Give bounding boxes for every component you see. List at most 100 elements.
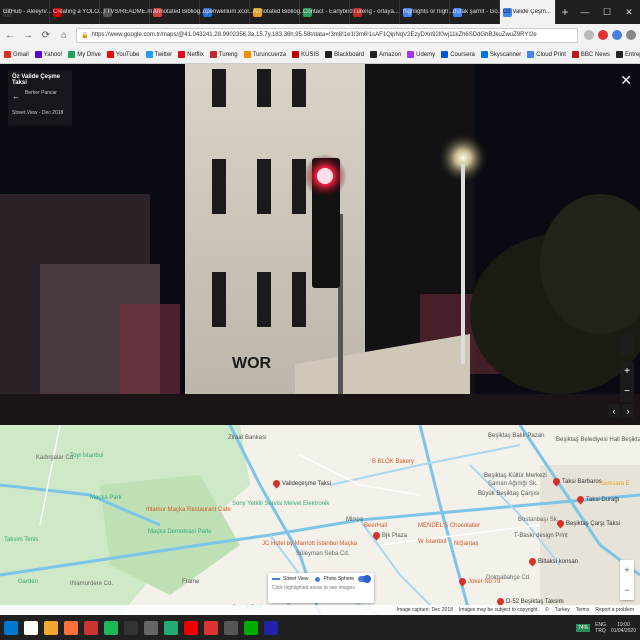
zoom-in-button[interactable]: + bbox=[620, 362, 634, 382]
bookmark-item[interactable]: Udemy bbox=[407, 51, 435, 58]
compass-icon[interactable] bbox=[620, 332, 634, 358]
start-menu-icon[interactable] bbox=[4, 620, 18, 635]
url-input[interactable]: 🔒 https://www.google.com.tr/maps/@41.043… bbox=[76, 27, 578, 43]
browser-tab[interactable]: highlights or high... bbox=[400, 0, 453, 24]
bookmark-item[interactable]: Entrepreneur bbox=[615, 51, 640, 58]
zoom-out-button[interactable]: − bbox=[620, 382, 634, 402]
browser-tab[interactable]: Creating a YOLO... bbox=[50, 0, 104, 24]
bookmark-item[interactable]: Twitter bbox=[145, 51, 172, 58]
map-place-label[interactable]: Beşiktaş Balık Pazarı bbox=[488, 433, 545, 439]
map-place-label[interactable]: Süleyman Seba Cd. bbox=[296, 551, 349, 557]
map-view[interactable]: Toyl İstanbul Maçka Park Maçka Demokrasi P… bbox=[0, 425, 640, 615]
browser-tab[interactable]: Annotated Bibliog... bbox=[150, 0, 205, 24]
taskbar-app-icon[interactable] bbox=[104, 620, 118, 635]
taskbar-app-icon[interactable] bbox=[264, 620, 278, 635]
taskbar-app-icon[interactable] bbox=[24, 620, 38, 635]
map-place-label[interactable]: Maçka Park bbox=[90, 495, 122, 501]
map-place-label[interactable]: Mirroa bbox=[346, 517, 363, 523]
taskbar-app-icon[interactable] bbox=[64, 620, 78, 635]
map-place-label[interactable]: Taksi Durağı bbox=[586, 497, 619, 503]
map-place-label[interactable]: Samsara E bbox=[600, 481, 630, 487]
browser-tab[interactable]: Contact - Earlybird bbox=[300, 0, 353, 24]
map-place-label[interactable]: Sony Yetkili Servisi Melvel Elektronik bbox=[232, 501, 329, 507]
close-icon[interactable]: ✕ bbox=[620, 72, 632, 89]
bookmark-item[interactable]: Tureng bbox=[209, 51, 238, 58]
battery-indicator[interactable]: 74% bbox=[576, 623, 591, 632]
bookmark-item[interactable]: Turuncuerza bbox=[243, 51, 286, 58]
taskbar-app-icon[interactable] bbox=[184, 620, 198, 635]
photo-author[interactable]: Berker Pancar bbox=[25, 90, 68, 96]
maximize-icon[interactable]: ☐ bbox=[596, 0, 618, 24]
new-tab-button[interactable]: + bbox=[556, 0, 574, 24]
map-place-label[interactable]: JC Hotel by Marriott İstanbul Maçka bbox=[262, 541, 357, 547]
bookmark-item[interactable]: My Drive bbox=[68, 51, 101, 58]
map-place-label[interactable]: T-Baskı design Print bbox=[514, 533, 568, 539]
browser-tab[interactable]: Annotated Bibliog... bbox=[250, 0, 305, 24]
map-place-label[interactable]: B BLOK Bakery bbox=[372, 459, 414, 465]
map-place-label[interactable]: MENDEL'S Chocolatier bbox=[418, 523, 480, 529]
map-place-label[interactable]: Ihlamur Maçka Restaurant Cafe bbox=[146, 507, 231, 513]
pan-right-button[interactable]: › bbox=[622, 404, 634, 418]
taskbar-app-icon[interactable] bbox=[84, 620, 98, 635]
home-icon[interactable]: ⌂ bbox=[58, 30, 70, 41]
extension-icon[interactable] bbox=[598, 30, 608, 40]
language-indicator[interactable]: ENG TRQ bbox=[595, 622, 606, 634]
taskbar-app-icon[interactable] bbox=[204, 620, 218, 635]
extension-icon[interactable] bbox=[584, 30, 594, 40]
bookmark-item[interactable]: YouTube bbox=[106, 51, 140, 58]
clock[interactable]: 19:00 01/04/2020 bbox=[611, 622, 636, 634]
map-place-label[interactable]: Taksi Barbaros bbox=[562, 479, 602, 485]
browser-tab[interactable]: Tureng - ortaya... bbox=[350, 0, 400, 24]
bookmark-item[interactable]: Gmail bbox=[4, 51, 29, 58]
map-footer-item[interactable]: Terms bbox=[576, 607, 590, 613]
taskbar-app-icon[interactable] bbox=[44, 620, 58, 635]
map-footer-item[interactable]: Report a problem bbox=[595, 607, 634, 613]
map-place-label[interactable]: NiŞantaş bbox=[454, 541, 478, 547]
bookmark-item[interactable]: Yahoo! bbox=[34, 51, 62, 58]
close-window-icon[interactable]: ✕ bbox=[618, 0, 640, 24]
map-place-label[interactable]: Valideçeşme Taksi bbox=[282, 481, 331, 487]
browser-tab[interactable]: GitHub - Aleeyn/... bbox=[0, 0, 52, 24]
map-place-label[interactable]: Frame bbox=[182, 579, 199, 585]
map-place-label[interactable]: Dolmabahçe Cd. bbox=[486, 575, 531, 581]
bookmark-item[interactable]: KUSIS bbox=[292, 51, 319, 58]
taskbar-app-icon[interactable] bbox=[244, 620, 258, 635]
map-place-label[interactable]: W İstanbul bbox=[418, 539, 446, 545]
taskbar-app-icon[interactable] bbox=[144, 620, 158, 635]
back-arrow-icon[interactable]: ← bbox=[4, 30, 16, 41]
browser-tab[interactable]: durak şarnit - Go... bbox=[450, 0, 503, 24]
taskbar-app-icon[interactable] bbox=[224, 620, 238, 635]
street-view-panorama[interactable]: WOR Öz Valide Çeşme Taksi ← Berker Panca… bbox=[0, 64, 640, 425]
taskbar-app-icon[interactable] bbox=[164, 620, 178, 635]
back-arrow-icon[interactable]: ← bbox=[12, 92, 20, 101]
bookmark-item[interactable]: Blackboard bbox=[325, 51, 364, 58]
map-place-label[interactable]: Biltaksi konsan bbox=[538, 559, 578, 565]
map-place-label[interactable]: Ihlamurdere Cd. bbox=[70, 581, 113, 587]
street-view-toggle[interactable] bbox=[358, 575, 371, 583]
map-place-label[interactable]: Kadırgalar Cd. bbox=[36, 455, 75, 461]
browser-tab[interactable]: openwellium.xcol... bbox=[200, 0, 254, 24]
map-place-label[interactable]: Ziraat Bankası bbox=[228, 435, 267, 441]
map-place-label[interactable]: Beşiktaş Kültür Merkezi bbox=[484, 473, 547, 479]
bookmark-item[interactable]: Coursera bbox=[441, 51, 475, 58]
menu-icon[interactable] bbox=[626, 30, 636, 40]
extension-icon[interactable] bbox=[612, 30, 622, 40]
map-zoom-out-button[interactable]: − bbox=[620, 580, 634, 600]
map-place-label[interactable]: Taksim Tenis bbox=[4, 537, 38, 543]
map-footer-item[interactable]: Turkey bbox=[555, 607, 570, 613]
map-place-label[interactable]: Beşiktaş Çarşı Taksi bbox=[566, 521, 620, 527]
map-place-label[interactable]: Garden bbox=[18, 579, 38, 585]
browser-tab[interactable]: Öz Valide Çeşm... bbox=[500, 0, 556, 24]
bookmark-item[interactable]: Cloud Print bbox=[527, 51, 566, 58]
taskbar-app-icon[interactable] bbox=[124, 620, 138, 635]
map-place-label[interactable]: BeerHall bbox=[364, 523, 387, 529]
map-place-label[interactable]: Şaman Ağırlığı Sk. bbox=[488, 481, 538, 487]
map-place-label[interactable]: Beşiktaş Belediyesi Hall Beşiktaş bbox=[556, 437, 640, 443]
map-place-label[interactable]: Bjk Plaza bbox=[382, 533, 407, 539]
map-place-label[interactable]: Maçka Demokrasi Parkı bbox=[148, 529, 212, 535]
map-place-label[interactable]: Toyl İstanbul bbox=[70, 453, 103, 459]
map-zoom-in-button[interactable]: + bbox=[620, 560, 634, 580]
forward-arrow-icon[interactable]: → bbox=[22, 30, 34, 41]
bookmark-item[interactable]: Netflix bbox=[178, 51, 204, 58]
browser-tab[interactable]: TTVS/README.m... bbox=[100, 0, 157, 24]
